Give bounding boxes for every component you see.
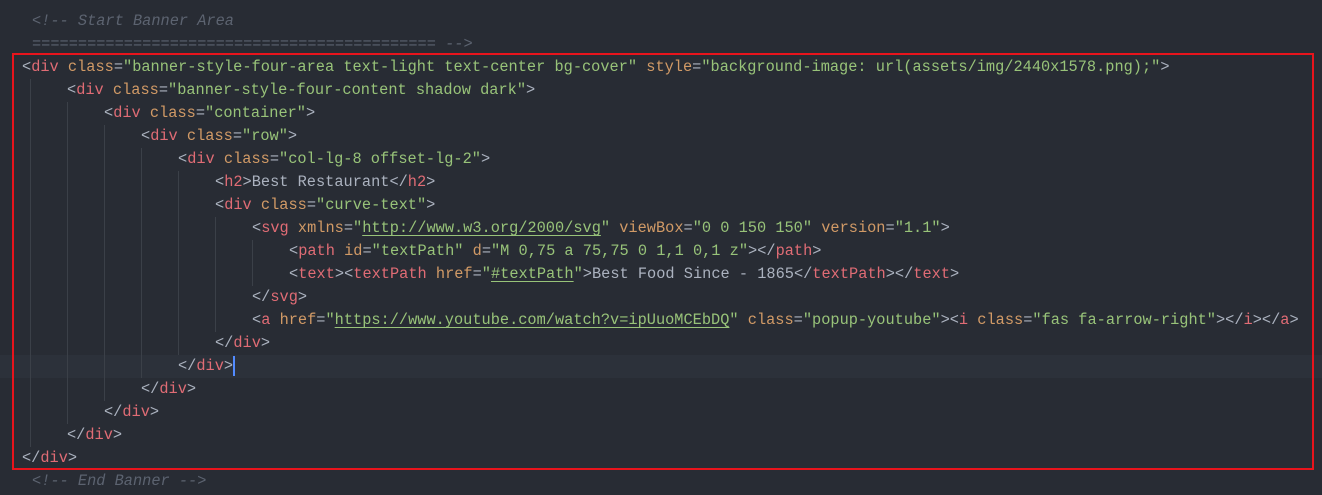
code-editor[interactable]: <!-- End Banner --> </div> </div> </div> </d… [0,0,1322,495]
code-text: <!-- Start Banner Area [32,10,234,33]
token-comment: <!-- End Banner --> [32,472,207,490]
token-comment: <!-- Start Banner Area [32,12,234,30]
token-comment: ========================================… [32,35,473,53]
comment-line[interactable]: <!-- Start Banner Area [0,10,1322,33]
comment-line[interactable]: <!-- End Banner --> [0,470,1322,493]
highlight-box [12,53,1314,470]
code-text: <!-- End Banner --> [32,470,206,493]
